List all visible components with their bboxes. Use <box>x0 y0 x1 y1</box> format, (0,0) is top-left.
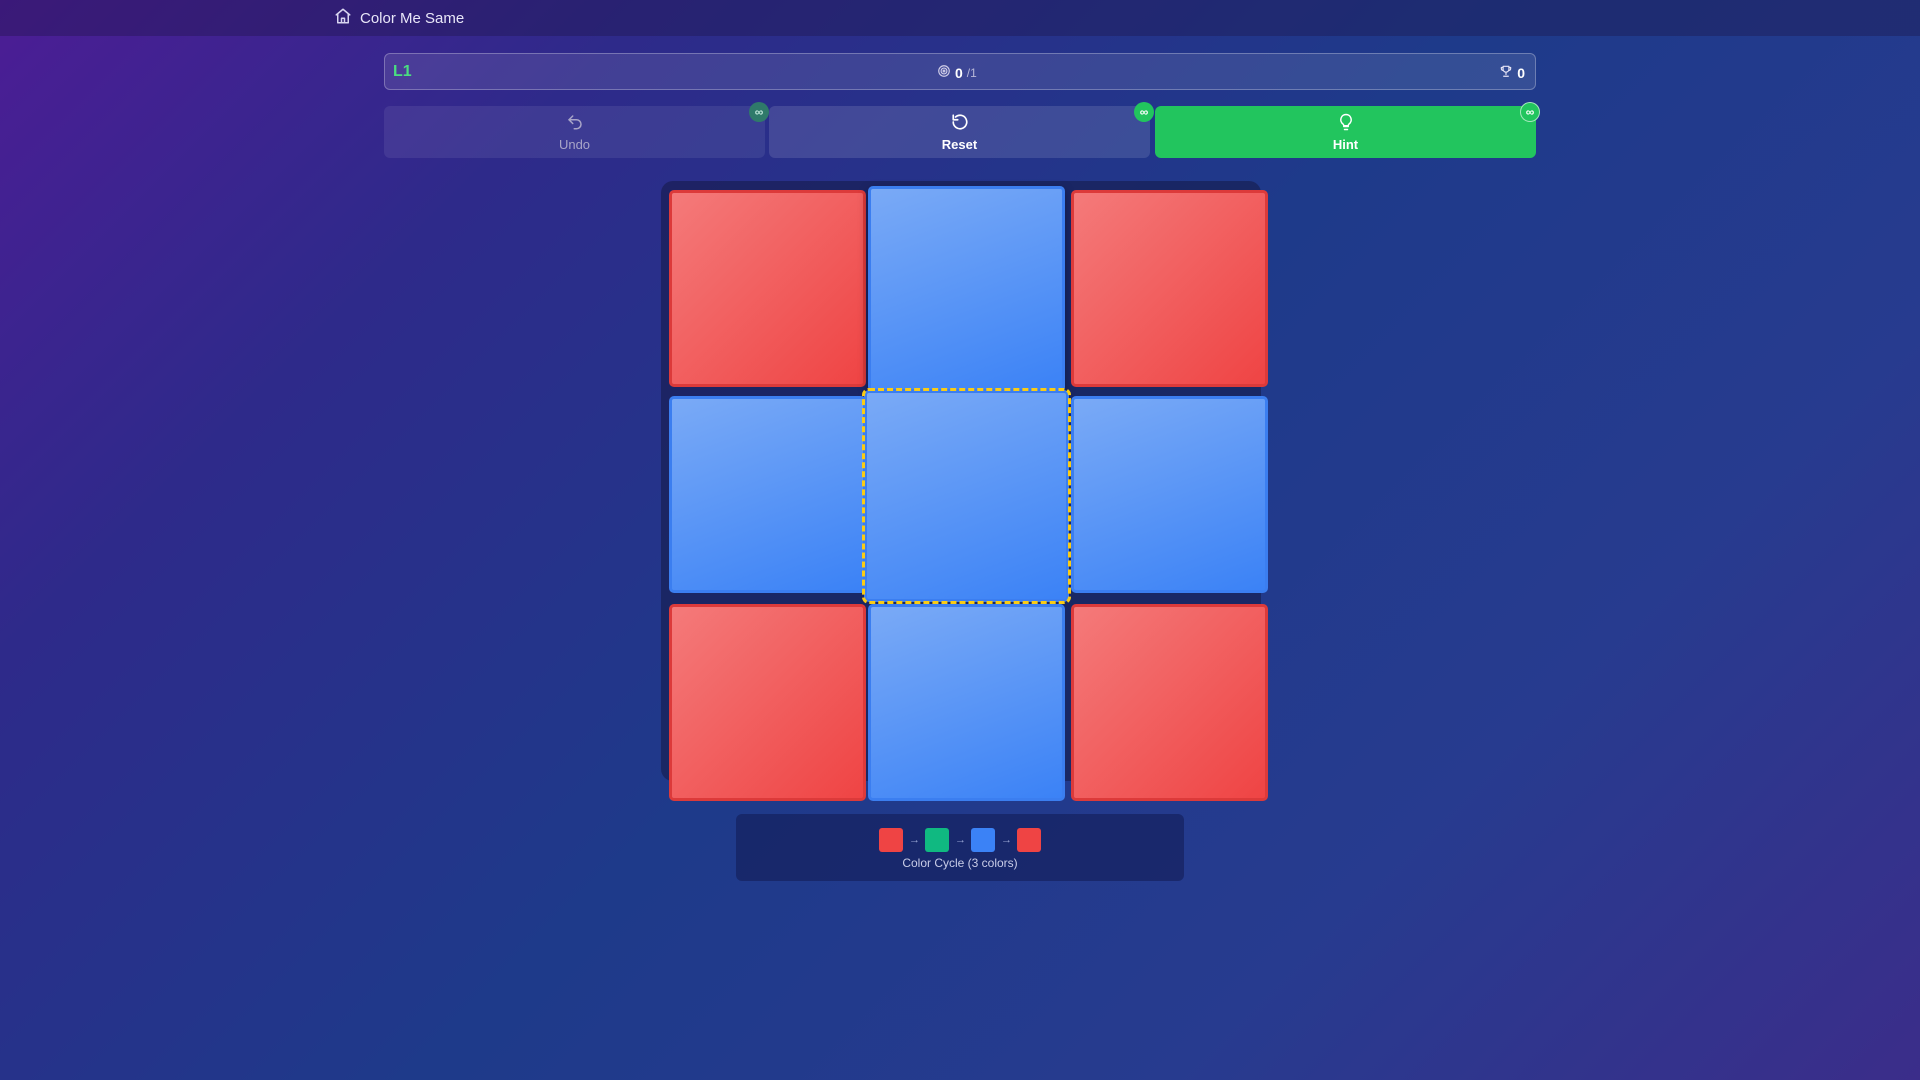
trophy-icon <box>1499 64 1513 81</box>
home-icon <box>334 7 352 30</box>
arrow-right-icon: → <box>1001 834 1012 846</box>
top-bar: Color Me Same <box>0 0 1920 36</box>
app-title: Color Me Same <box>360 9 465 27</box>
swatch-blue <box>971 828 995 852</box>
hint-count-badge: ∞ <box>1520 102 1540 122</box>
tile-r1-c2[interactable] <box>868 186 1065 392</box>
arrow-right-icon: → <box>909 834 920 846</box>
undo-label: Undo <box>558 136 591 152</box>
color-cycle-label: Color Cycle (3 colors) <box>902 856 1018 870</box>
tile-r1-c3[interactable] <box>1071 190 1268 387</box>
reset-icon <box>951 113 969 134</box>
reset-count-badge: ∞ <box>1134 102 1154 122</box>
game-board <box>661 181 1268 801</box>
target-icon <box>937 64 951 81</box>
swatch-green <box>925 828 949 852</box>
tile-r3-c3[interactable] <box>1071 604 1268 801</box>
level-indicator: L1 <box>393 63 412 80</box>
moves-counter: 0 /1 <box>937 64 977 81</box>
swatch-red <box>1017 828 1041 852</box>
reset-label: Reset <box>941 136 978 152</box>
tile-r3-c1[interactable] <box>669 604 866 801</box>
moves-current: 0 <box>955 64 963 81</box>
swatch-red <box>879 828 903 852</box>
undo-icon <box>566 113 584 134</box>
tile-r3-c2[interactable] <box>868 604 1065 801</box>
hint-label: Hint <box>1332 136 1359 152</box>
score-value: 0 <box>1517 64 1525 81</box>
tile-r2-c3[interactable] <box>1071 396 1268 593</box>
reset-button[interactable]: Reset <box>769 106 1150 158</box>
color-cycle-legend: → → → Color Cycle (3 colors) <box>736 814 1184 881</box>
moves-target: /1 <box>966 65 977 80</box>
undo-count-badge: ∞ <box>749 102 769 122</box>
tile-r1-c1[interactable] <box>669 190 866 387</box>
undo-button[interactable]: Undo <box>384 106 765 158</box>
tile-r2-c2[interactable] <box>862 388 1071 604</box>
home-link[interactable]: Color Me Same <box>334 8 464 28</box>
color-cycle-row: → → → <box>736 828 1184 852</box>
status-bar: L1 0 /1 0 <box>384 53 1536 90</box>
arrow-right-icon: → <box>955 834 966 846</box>
tile-r2-c1[interactable] <box>669 396 866 593</box>
lightbulb-icon <box>1337 113 1355 134</box>
hint-button[interactable]: Hint <box>1155 106 1536 158</box>
score-display: 0 <box>1499 64 1525 81</box>
